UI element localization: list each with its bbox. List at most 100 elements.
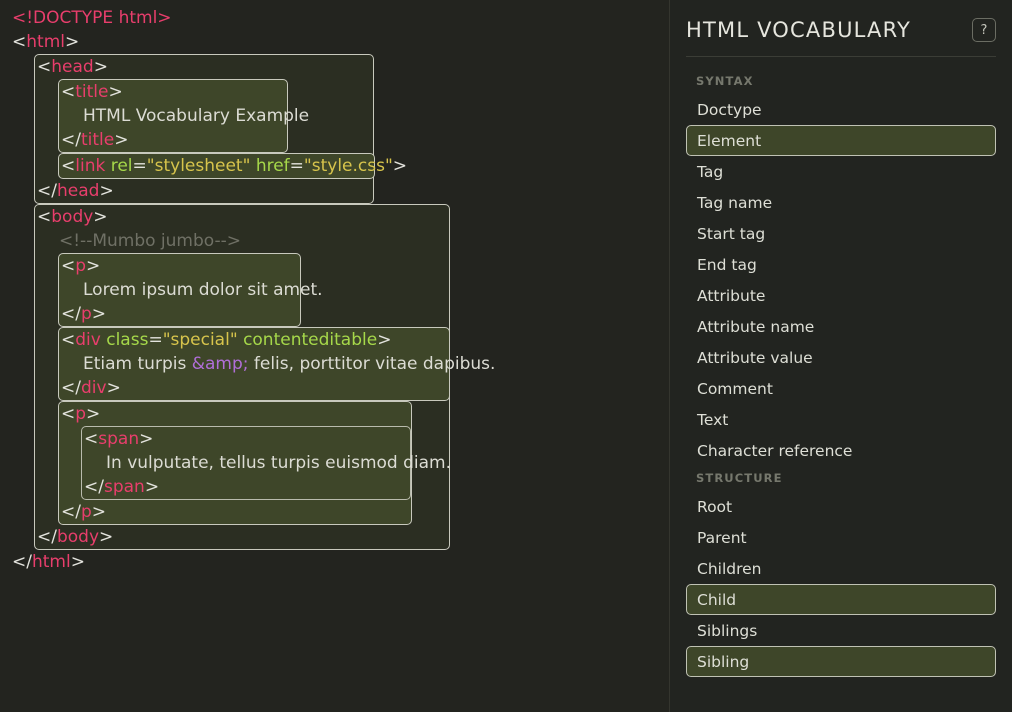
punct-gt: > [392, 156, 408, 176]
vocab-item-element[interactable]: Element [686, 125, 996, 156]
code-line-link: <link rel="stylesheet" href="style.css"> [61, 156, 408, 176]
vocab-item-tag[interactable]: Tag [686, 156, 996, 187]
code-line-html-open: <html> [0, 30, 669, 54]
tagname-html: html [26, 32, 65, 52]
punct-lt: < [61, 330, 76, 350]
tagname-title: title [75, 82, 109, 102]
punct-lt: < [37, 207, 52, 227]
vocab-item-siblings[interactable]: Siblings [686, 615, 996, 646]
vocab-group-label-structure: STRUCTURE [696, 471, 783, 485]
punct-lt: < [61, 156, 76, 176]
element-box-p-2[interactable]: <p> <span> In vulputate, tellus turpis e… [58, 401, 451, 525]
vocab-item-doctype[interactable]: Doctype [686, 94, 996, 125]
code-line-div-text: Etiam turpis &amp; felis, porttitor vita… [59, 352, 495, 376]
code-line-p1-open: <p> [59, 254, 300, 278]
punct-lt: < [61, 256, 76, 276]
code-line-head-open: <head> [35, 55, 373, 79]
span-text-node: In vulputate, tellus turpis euismod diam… [106, 453, 452, 473]
code-line-p2-open: <p> [59, 402, 411, 426]
vocab-item-start-tag[interactable]: Start tag [686, 218, 996, 249]
vocab-item-end-tag[interactable]: End tag [686, 249, 996, 280]
element-box-link[interactable]: <link rel="stylesheet" href="style.css"> [58, 153, 408, 179]
code-listing: <!DOCTYPE html> <html> <head> <title> HT… [0, 6, 669, 574]
tagname-body: body [51, 207, 94, 227]
attr-value-href: "style.css" [303, 156, 393, 176]
punct-gt: > [99, 527, 114, 547]
div-text-before: Etiam turpis [83, 354, 192, 374]
code-line-doctype: <!DOCTYPE html> [0, 6, 669, 30]
vocab-item-child[interactable]: Child [686, 584, 996, 615]
code-line-title-open: <title> [59, 80, 287, 104]
code-line-body-open: <body> [35, 205, 449, 229]
tagname-span: span [103, 477, 145, 497]
punct-gt: > [144, 477, 160, 497]
tagname-p: p [75, 404, 87, 424]
punct-lt-slash: </ [12, 552, 32, 572]
punct-lt-slash: </ [37, 181, 57, 201]
punct-lt: < [12, 32, 27, 52]
vocab-item-character-reference[interactable]: Character reference [686, 435, 996, 466]
code-line-body-close: </body> [35, 525, 449, 549]
vocabulary-list: SYNTAX Doctype Element Tag Tag name Start tag… [686, 57, 996, 677]
attr-name-rel: rel [110, 156, 133, 176]
vocab-item-parent[interactable]: Parent [686, 522, 996, 553]
element-box-div[interactable]: <div class="special" contenteditable> Et… [58, 327, 495, 401]
element-box-head[interactable]: <head> <title> HTML Vocabulary Example <… [34, 54, 408, 204]
vocab-item-text[interactable]: Text [686, 404, 996, 435]
element-box-body[interactable]: <body> <!--Mumbo jumbo--> <p> Lorem ipsu… [34, 204, 495, 550]
punct-lt-slash: </ [61, 502, 81, 522]
vocab-group-label-syntax: SYNTAX [696, 74, 754, 88]
vocab-item-attribute-name[interactable]: Attribute name [686, 311, 996, 342]
code-view: <!DOCTYPE html> <html> <head> <title> HT… [0, 0, 670, 712]
attr-value-class: "special" [162, 330, 238, 350]
element-box-span[interactable]: <span> In vulputate, tellus turpis euism… [81, 426, 451, 500]
punct-lt: < [37, 57, 52, 77]
doctype-token: <!DOCTYPE html> [12, 8, 172, 28]
code-line-span-open: <span> [82, 427, 410, 451]
code-line-p1-text: Lorem ipsum dolor sit amet. [59, 278, 323, 302]
tagname-title: title [80, 130, 115, 150]
punct-gt: > [93, 57, 108, 77]
tagname-p: p [75, 256, 87, 276]
code-line-title-close: </title> [59, 128, 287, 152]
vocabulary-panel: HTML VOCABULARY ? SYNTAX Doctype Element Ta… [670, 0, 1012, 712]
attr-name-class: class [106, 330, 149, 350]
vocab-item-comment[interactable]: Comment [686, 373, 996, 404]
punct-gt: > [106, 378, 121, 398]
tagname-link: link [75, 156, 106, 176]
punct-gt: > [86, 404, 101, 424]
attr-name-contenteditable: contenteditable [243, 330, 378, 350]
app-root: <!DOCTYPE html> <html> <head> <title> HT… [0, 0, 1012, 712]
p1-text-node: Lorem ipsum dolor sit amet. [83, 280, 323, 300]
punct-gt: > [91, 502, 107, 522]
punct-gt: > [86, 256, 101, 276]
page-title: HTML VOCABULARY [686, 18, 912, 42]
code-line-div-open: <div class="special" contenteditable> [61, 330, 392, 350]
punct-lt-slash: </ [37, 527, 57, 547]
punct-gt: > [64, 32, 80, 52]
tagname-body: body [56, 527, 100, 547]
punct-lt-slash: </ [61, 130, 81, 150]
punct-lt-slash: </ [84, 477, 104, 497]
question-mark-icon[interactable]: ? [972, 18, 996, 42]
tagname-span: span [98, 429, 140, 449]
tagname-p: p [80, 502, 92, 522]
code-line-title-text: HTML Vocabulary Example [59, 104, 309, 128]
punct-lt: < [84, 429, 99, 449]
panel-header: HTML VOCABULARY ? [686, 0, 996, 57]
element-box-title[interactable]: <title> HTML Vocabulary Example </title> [58, 79, 309, 153]
punct-gt: > [108, 82, 123, 102]
vocab-item-sibling[interactable]: Sibling [686, 646, 996, 677]
vocab-item-tag-name[interactable]: Tag name [686, 187, 996, 218]
tagname-html: html [31, 552, 71, 572]
tagname-p: p [80, 304, 92, 324]
vocab-item-attribute[interactable]: Attribute [686, 280, 996, 311]
tagname-div: div [80, 378, 107, 398]
vocab-item-attribute-value[interactable]: Attribute value [686, 342, 996, 373]
vocab-item-children[interactable]: Children [686, 553, 996, 584]
vocab-item-root[interactable]: Root [686, 491, 996, 522]
code-line-html-close: </html> [0, 550, 669, 574]
code-line-head-close: </head> [35, 179, 373, 203]
element-box-p-1[interactable]: <p> Lorem ipsum dolor sit amet. </p> [58, 253, 323, 327]
punct-lt: < [61, 82, 76, 102]
